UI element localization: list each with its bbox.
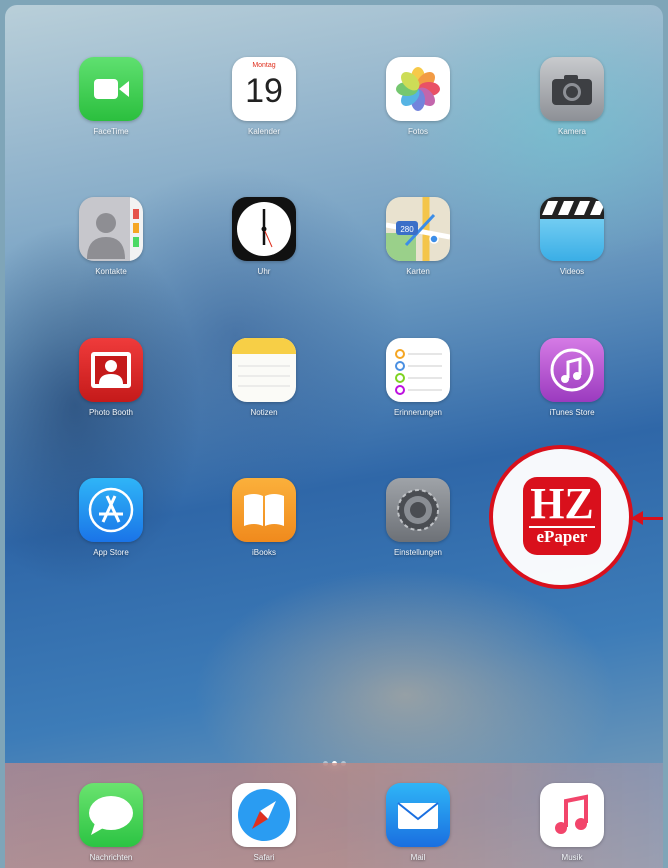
app-label: iBooks (251, 548, 276, 557)
music-note-icon (540, 783, 604, 847)
home-screen: FaceTime Montag 19 Kalender Fotos Kamera… (5, 5, 663, 868)
app-ibooks[interactable]: iBooks (209, 478, 319, 557)
app-label: Erinnerungen (393, 408, 443, 417)
app-karten[interactable]: 280 Karten (363, 197, 473, 276)
app-einstellungen[interactable]: Einstellungen (363, 478, 473, 557)
app-notizen[interactable]: Notizen (209, 338, 319, 417)
notes-icon (232, 338, 296, 402)
calendar-date: 19 (245, 72, 283, 110)
photo-booth-icon (79, 338, 143, 402)
app-label: Kamera (557, 127, 586, 136)
contacts-icon (79, 197, 143, 261)
app-hz-epaper[interactable]: HZ ePaper (523, 477, 601, 555)
settings-gear-icon (386, 478, 450, 542)
app-label: Notizen (250, 408, 278, 417)
app-itunes-store[interactable]: iTunes Store (517, 338, 627, 417)
app-videos[interactable]: Videos (517, 197, 627, 276)
ibooks-icon (232, 478, 296, 542)
app-kalender[interactable]: Montag 19 Kalender (209, 57, 319, 136)
videos-icon (540, 197, 604, 261)
reminders-icon (386, 338, 450, 402)
app-label: Photo Booth (88, 408, 134, 417)
dock-app-nachrichten[interactable]: Nachrichten (56, 783, 166, 862)
clock-icon (232, 197, 296, 261)
app-facetime[interactable]: FaceTime (56, 57, 166, 136)
app-label: Mail (410, 853, 426, 862)
highlight-ring: HZ ePaper (489, 445, 633, 589)
app-label: Karten (406, 267, 430, 276)
app-store-icon (79, 478, 143, 542)
dock: Nachrichten Safari Mail Musik (5, 763, 663, 868)
app-label: Musik (561, 853, 583, 862)
hz-logo-subtitle: ePaper (536, 527, 588, 546)
app-label: Fotos (407, 127, 428, 136)
calendar-day: Montag (252, 62, 276, 69)
app-label: Nachrichten (89, 853, 133, 862)
photos-icon (386, 57, 450, 121)
dock-app-mail[interactable]: Mail (363, 783, 473, 862)
app-label: App Store (93, 548, 129, 557)
dock-app-musik[interactable]: Musik (517, 783, 627, 862)
app-photo-booth[interactable]: Photo Booth (56, 338, 166, 417)
app-label: Safari (253, 853, 275, 862)
app-label: Kalender (247, 127, 281, 136)
maps-icon: 280 (386, 197, 450, 261)
app-kamera[interactable]: Kamera (517, 57, 627, 136)
pointer-arrow-icon (631, 511, 643, 525)
highway-shield-number: 280 (400, 225, 414, 234)
app-label: FaceTime (93, 127, 129, 136)
camera-icon (540, 57, 604, 121)
dock-app-safari[interactable]: Safari (209, 783, 319, 862)
facetime-icon (79, 57, 143, 121)
itunes-store-icon (540, 338, 604, 402)
app-label: iTunes Store (549, 408, 595, 417)
app-label: Einstellungen (393, 548, 443, 557)
app-uhr[interactable]: Uhr (209, 197, 319, 276)
app-label: Videos (559, 267, 585, 276)
calendar-icon: Montag 19 (232, 57, 296, 121)
app-label: Uhr (257, 267, 271, 276)
app-app-store[interactable]: App Store (56, 478, 166, 557)
app-label: Kontakte (95, 267, 127, 276)
mail-icon (386, 783, 450, 847)
app-fotos[interactable]: Fotos (363, 57, 473, 136)
app-kontakte[interactable]: Kontakte (56, 197, 166, 276)
hz-logo-title: HZ (530, 479, 594, 528)
safari-compass-icon (232, 783, 296, 847)
app-erinnerungen[interactable]: Erinnerungen (363, 338, 473, 417)
messages-icon (79, 783, 143, 847)
